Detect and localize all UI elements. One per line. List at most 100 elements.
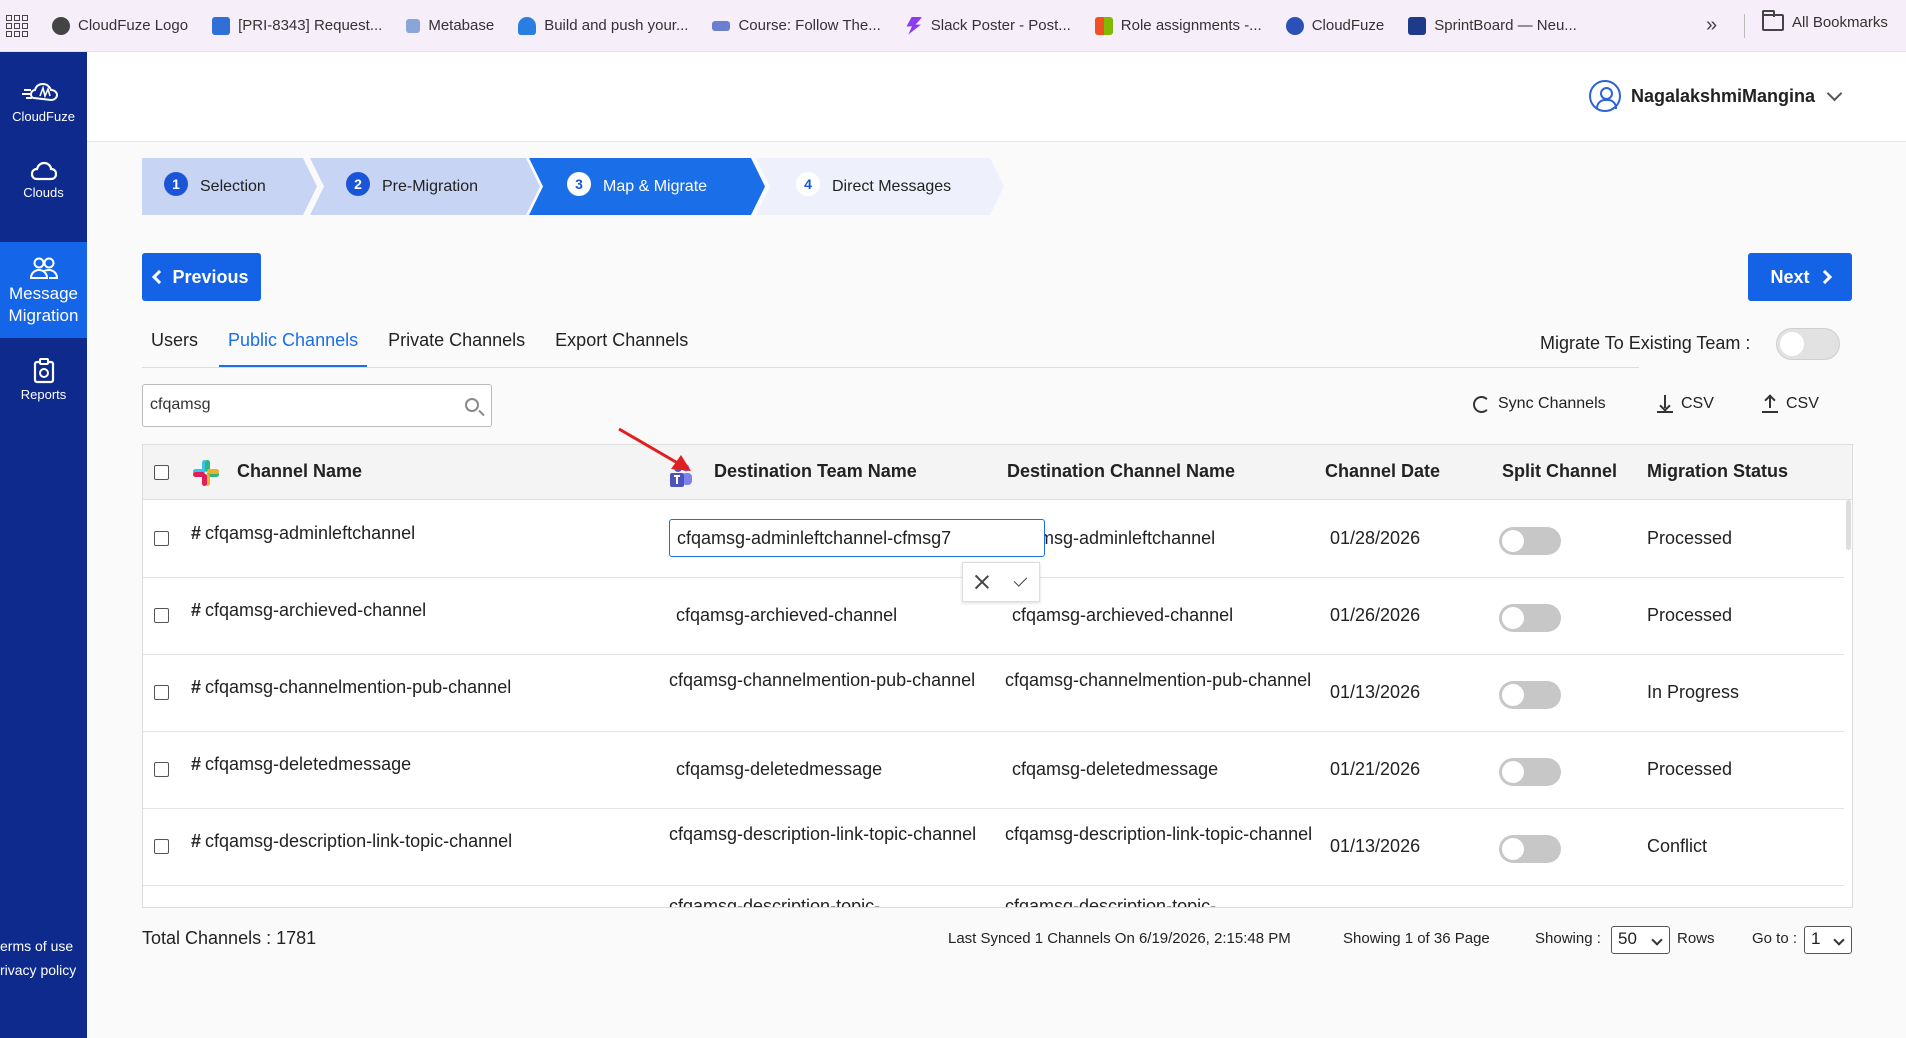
select-all-checkbox[interactable] [154, 465, 169, 480]
microsoft-icon [1094, 16, 1113, 35]
metabase-icon [406, 18, 421, 33]
header-channel-name: Channel Name [237, 461, 363, 481]
bookmark-cloudfuze-logo[interactable]: CloudFuze Logo [52, 16, 188, 35]
terms-link[interactable]: erms of use [0, 938, 73, 954]
previous-button[interactable]: Previous [142, 253, 261, 301]
sync-icon [1473, 395, 1490, 413]
migration-status: Processed [1647, 759, 1733, 779]
step-pre-migration[interactable]: 2 Pre-Migration [310, 158, 540, 215]
globe-icon [52, 16, 70, 35]
rows-label: Rows [1677, 930, 1715, 947]
destination-team-input[interactable] [669, 519, 1045, 557]
sync-channels-button[interactable]: Sync Channels [1473, 395, 1606, 413]
bookmark-sprintboard[interactable]: SprintBoard — Neu... [1408, 16, 1577, 35]
search-input[interactable] [150, 396, 450, 414]
tab-private-channels[interactable]: Private Channels [379, 322, 534, 368]
table-row: # cfqamsg-description-link-topic-channel … [143, 809, 1844, 886]
confirm-edit-button[interactable] [1001, 563, 1039, 601]
header-split-channel: Split Channel [1502, 461, 1618, 481]
channel-date: 01/28/2026 [1330, 528, 1421, 548]
split-channel-toggle[interactable] [1499, 604, 1561, 632]
split-channel-toggle[interactable] [1499, 527, 1561, 555]
row-checkbox[interactable] [154, 531, 169, 546]
bookmark-metabase[interactable]: Metabase [406, 17, 494, 34]
bookmark-course[interactable]: Course: Follow The... [712, 17, 881, 34]
search-icon[interactable] [465, 398, 479, 412]
table-scrollbar[interactable] [1846, 500, 1851, 550]
bookmark-slack-poster[interactable]: Slack Poster - Post... [905, 16, 1071, 35]
split-channel-toggle[interactable] [1499, 835, 1561, 863]
destination-team-name[interactable]: cfqamsg-description-topic- [669, 894, 999, 907]
user-avatar-icon [1589, 80, 1621, 112]
row-checkbox[interactable] [154, 839, 169, 854]
more-bookmarks-icon[interactable]: » [1706, 14, 1717, 37]
top-header: NagalakshmiMangina [87, 52, 1906, 142]
course-icon [712, 20, 731, 31]
migrate-existing-toggle[interactable] [1776, 328, 1840, 360]
channel-tabs: Users Public Channels Private Channels E… [142, 322, 709, 368]
destination-team-name[interactable]: cfqamsg-deletedmessage [676, 757, 1006, 782]
cloudfuze-icon [1285, 16, 1304, 35]
last-synced: Last Synced 1 Channels On 6/19/2026, 2:1… [948, 930, 1291, 947]
header-destination-channel: Destination Channel Name [1007, 461, 1236, 481]
search-box [142, 384, 492, 427]
channel-date: 01/13/2026 [1330, 836, 1421, 856]
channel-name: # cfqamsg-description-link-topic-channel [191, 831, 513, 851]
cancel-edit-button[interactable] [963, 563, 1001, 601]
chevron-down-icon [1833, 934, 1845, 946]
user-menu[interactable]: NagalakshmiMangina [1589, 80, 1843, 112]
row-checkbox[interactable] [154, 685, 169, 700]
row-checkbox[interactable] [154, 608, 169, 623]
migration-status: Processed [1647, 605, 1733, 625]
goto-label: Go to : [1752, 930, 1798, 947]
download-csv-button[interactable]: CSV [1657, 395, 1714, 413]
upload-csv-button[interactable]: CSV [1762, 395, 1819, 413]
bookmark-build-push[interactable]: Build and push your... [518, 16, 688, 35]
apps-grid-icon[interactable] [6, 14, 28, 37]
bookmark-request[interactable]: [PRI-8343] Request... [212, 16, 382, 35]
next-button[interactable]: Next [1748, 253, 1852, 301]
sidebar-item-message-migration[interactable]: Message Migration [0, 242, 87, 338]
all-bookmarks[interactable]: All Bookmarks [1762, 10, 1888, 31]
split-channel-toggle[interactable] [1499, 681, 1561, 709]
lightning-icon [906, 16, 923, 35]
cloud-icon [30, 161, 57, 181]
split-channel-toggle[interactable] [1499, 758, 1561, 786]
destination-team-name[interactable]: cfqamsg-description-link-topic-channel [669, 822, 979, 847]
jira-icon [212, 16, 231, 35]
cloudfuze-logo-icon [21, 82, 58, 102]
channel-name: # cfqamsg-archieved-channel [191, 600, 427, 620]
bookmarks-separator [1744, 14, 1745, 38]
chevron-down-icon [1826, 85, 1843, 101]
tab-export-channels[interactable]: Export Channels [546, 322, 697, 368]
rows-per-page-select[interactable]: 50 [1611, 926, 1670, 954]
row-checkbox[interactable] [154, 762, 169, 777]
sidebar-item-reports[interactable]: Reports [0, 358, 87, 402]
chevron-down-icon [1651, 934, 1663, 946]
bookmark-cloudfuze[interactable]: CloudFuze [1285, 16, 1384, 35]
tab-users[interactable]: Users [142, 322, 207, 368]
destination-team-name[interactable]: cfqamsg-channelmention-pub-channel [669, 668, 979, 693]
table-row: # cfqamsg-channelmention-pub-channel cfqa… [143, 655, 1844, 732]
sidebar-brand[interactable]: CloudFuze [0, 78, 87, 124]
step-map-migrate[interactable]: 3 Map & Migrate [529, 158, 765, 215]
users-icon [29, 257, 58, 279]
bookmarks-bar: CloudFuze Logo [PRI-8343] Request... Met… [0, 0, 1906, 52]
tab-public-channels[interactable]: Public Channels [219, 322, 368, 368]
channel-name: # cfqamsg-adminleftchannel [191, 523, 416, 543]
user-name: NagalakshmiMangina [1631, 85, 1816, 106]
channel-date: 01/13/2026 [1330, 682, 1421, 702]
destination-team-name[interactable]: cfqamsg-archieved-channel [676, 603, 1006, 628]
sidebar-item-clouds[interactable]: Clouds [0, 160, 87, 200]
bookmark-role-assignments[interactable]: Role assignments -... [1094, 16, 1262, 35]
step-direct-messages[interactable]: 4 Direct Messages [756, 158, 1004, 215]
channel-name: # cfqamsg-channelmention-pub-channel [191, 677, 512, 697]
sidebar: CloudFuze Clouds Message Migration Repor… [0, 52, 87, 1038]
privacy-link[interactable]: rivacy policy [0, 962, 76, 978]
sprintboard-icon [1408, 16, 1427, 35]
step-selection[interactable]: 1 Selection [142, 158, 317, 215]
goto-page-select[interactable]: 1 [1804, 926, 1852, 954]
migration-status: Conflict [1647, 836, 1708, 856]
destination-channel-name: cfqamsg-adminleftchannel [1005, 528, 1216, 548]
showing-page: Showing 1 of 36 Page [1343, 930, 1490, 947]
